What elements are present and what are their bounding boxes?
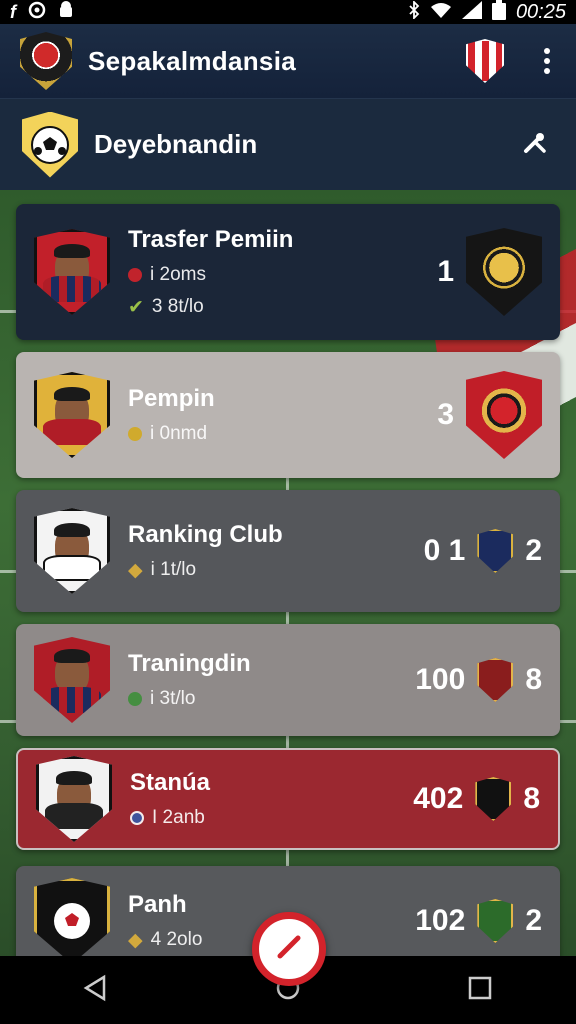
rank-secondary: 8	[523, 782, 540, 815]
list-item[interactable]: Pempin i 0nmd 3	[16, 352, 560, 478]
rank-value: 3	[437, 398, 454, 431]
rank-secondary: 8	[525, 663, 542, 696]
alarm-icon	[26, 1, 48, 24]
soccer-ball-icon[interactable]	[22, 111, 78, 178]
battery-icon	[491, 0, 506, 25]
pin-icon	[130, 811, 144, 825]
app-title: Sepakalmdansia	[88, 45, 296, 76]
player-avatar	[36, 756, 112, 842]
item-meta: i 3t/lo	[128, 688, 251, 710]
status-right: 00:25	[408, 0, 566, 25]
back-icon[interactable]	[82, 974, 110, 1007]
floating-action-button[interactable]	[252, 912, 326, 986]
rank-value: 0 1	[423, 534, 466, 567]
item-meta: ◆ 4 2olo	[128, 929, 203, 951]
app-bar: Sepakalmdansia	[0, 24, 576, 98]
tool-icon[interactable]	[522, 129, 548, 160]
rank-value: 1	[437, 255, 454, 288]
pin-icon	[128, 427, 142, 441]
item-meta: ◆ i 1t/lo	[128, 559, 197, 581]
player-avatar	[34, 878, 110, 964]
player-avatar	[34, 372, 110, 458]
item-meta: i 2oms	[128, 264, 293, 286]
check-icon: ✔	[128, 296, 144, 318]
list-item[interactable]: Trasfer Pemiin i 2oms ✔ 3 8t/lo 1	[16, 204, 560, 340]
rank-value: 102	[415, 904, 466, 937]
wifi-icon	[430, 1, 452, 24]
tag-icon: ◆	[128, 929, 143, 951]
tag-icon: ◆	[128, 559, 143, 581]
club-badge-icon	[477, 899, 514, 943]
rank-value: 402	[413, 782, 464, 815]
item-meta-secondary: ✔ 3 8t/lo	[128, 296, 204, 318]
rank-secondary: 2	[525, 904, 542, 937]
item-title: Pempin	[128, 385, 215, 412]
status-left: f	[10, 0, 74, 24]
list-item[interactable]: Traningdin i 3t/lo 100 8	[16, 624, 560, 736]
player-avatar	[34, 229, 110, 315]
list-item[interactable]: Ranking Club ◆ i 1t/lo 0 1 2	[16, 490, 560, 612]
club-badge-icon	[466, 228, 542, 316]
app-logo-icon[interactable]	[20, 32, 72, 90]
android-icon	[58, 0, 74, 24]
item-title: Ranking Club	[128, 520, 283, 548]
recents-icon[interactable]	[466, 974, 494, 1007]
status-time: 00:25	[515, 0, 566, 23]
item-meta: i 0nmd	[128, 423, 215, 445]
club-badge-icon	[475, 777, 512, 821]
item-meta: I 2anb	[130, 807, 210, 829]
pin-icon	[128, 267, 142, 282]
status-bar: f 00:25	[0, 0, 576, 24]
list-item[interactable]: Stanúa I 2anb 402 8	[16, 748, 560, 850]
section-header: Deyebnandin	[0, 98, 576, 190]
item-title: Traningdin	[128, 650, 251, 677]
club-badge-icon	[477, 529, 514, 573]
more-vert-icon[interactable]	[538, 42, 556, 80]
section-title: Deyebnandin	[94, 129, 258, 159]
facebook-icon: f	[10, 1, 16, 22]
player-avatar	[34, 508, 110, 594]
player-avatar	[34, 637, 110, 723]
pin-icon	[128, 692, 142, 706]
edit-icon	[272, 930, 306, 969]
club-crest-icon[interactable]	[466, 39, 504, 83]
rank-secondary: 2	[525, 534, 542, 567]
club-badge-icon	[477, 658, 514, 702]
item-title: Trasfer Pemiin	[128, 225, 294, 253]
item-title: Stanúa	[130, 769, 211, 796]
rank-value: 100	[415, 663, 466, 696]
club-badge-icon	[466, 371, 542, 459]
item-title: Panh	[128, 890, 187, 918]
signal-icon	[461, 0, 482, 24]
bluetooth-icon	[408, 0, 420, 24]
app-bar-actions	[466, 39, 556, 83]
